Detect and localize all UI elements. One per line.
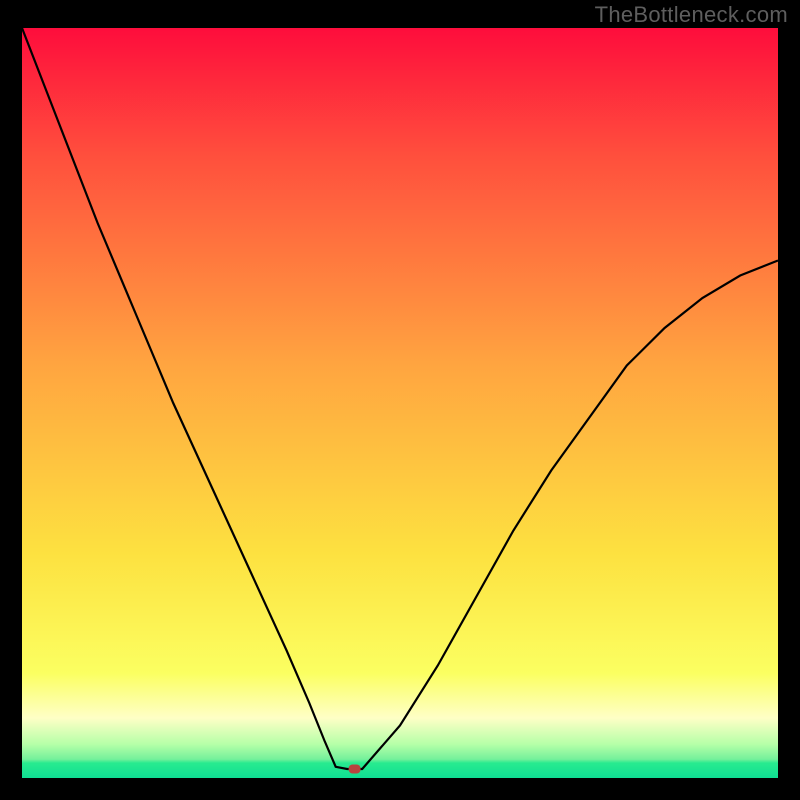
plot-area	[22, 28, 778, 778]
chart-svg	[22, 28, 778, 778]
watermark-text: TheBottleneck.com	[595, 2, 788, 28]
gradient-background	[22, 28, 778, 778]
marker-dot	[349, 765, 361, 774]
chart-frame: TheBottleneck.com	[0, 0, 800, 800]
